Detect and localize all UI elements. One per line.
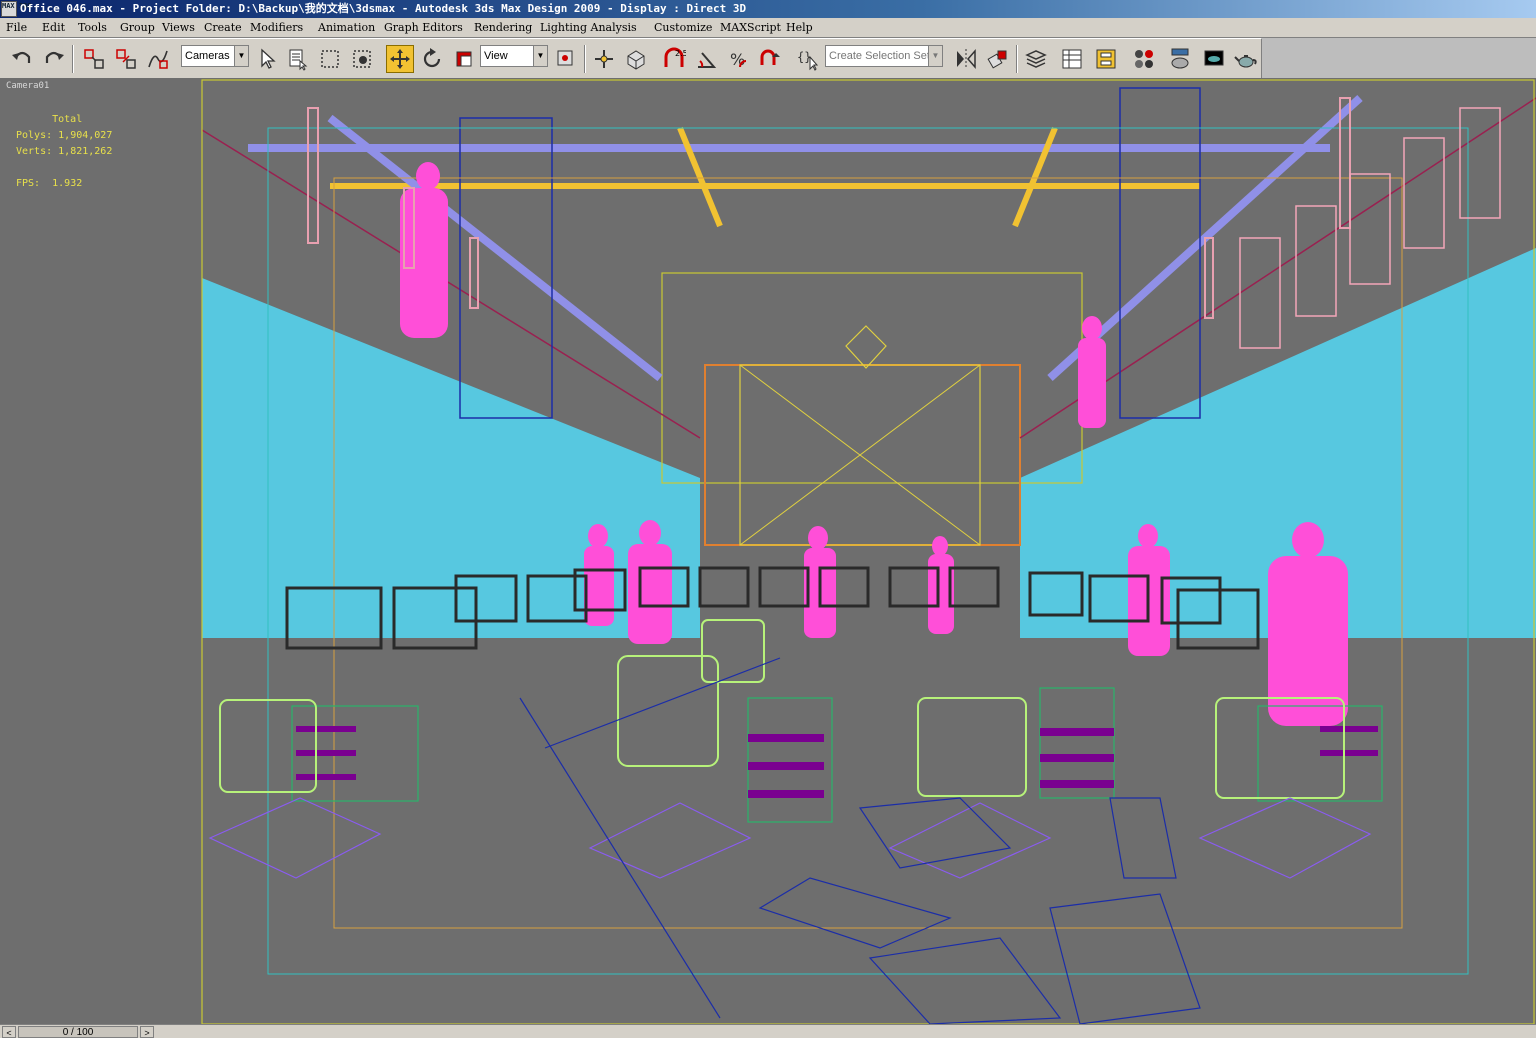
- bind-spacewarp-icon[interactable]: [144, 45, 172, 73]
- stats-total-label: Total: [52, 114, 83, 125]
- select-by-name-icon[interactable]: [284, 45, 312, 73]
- scene-wireframe[interactable]: [0, 78, 1536, 1024]
- viewport-filter-value: Cameras: [185, 50, 230, 62]
- chevron-down-icon: ▼: [234, 46, 248, 66]
- snap-icon[interactable]: 2.5: [660, 45, 688, 73]
- time-slider[interactable]: 0 / 100: [18, 1026, 138, 1038]
- time-prev-button[interactable]: <: [2, 1026, 16, 1038]
- align-icon[interactable]: [984, 45, 1012, 73]
- manipulate-icon[interactable]: [590, 45, 618, 73]
- stats-fps: FPS: 1.932: [16, 176, 112, 192]
- menu-group[interactable]: Group: [118, 18, 157, 38]
- stats-verts: Verts: 1,821,262: [16, 144, 112, 160]
- rendered-frame-icon[interactable]: [1200, 45, 1228, 73]
- stats-spacer: [16, 160, 112, 176]
- main-toolbar: Cameras ▼ View ▼ 2.5 % {} Create Selecti…: [0, 38, 1262, 78]
- polys-value: 1,904,027: [58, 130, 113, 141]
- toolbar-separator: [72, 45, 74, 73]
- material-editor-icon[interactable]: [1130, 45, 1158, 73]
- spinner-snap-icon[interactable]: [756, 45, 784, 73]
- curve-editor-icon[interactable]: [1058, 45, 1086, 73]
- select-scale-icon[interactable]: [450, 45, 478, 73]
- menu-maxscript[interactable]: MAXScript: [718, 18, 783, 38]
- polys-label: Polys:: [16, 130, 53, 141]
- toolbar-separator: [1016, 45, 1018, 73]
- reference-coordinate-system[interactable]: View ▼: [480, 45, 548, 67]
- menu-tools[interactable]: Tools: [76, 18, 109, 38]
- layer-manager-icon[interactable]: [1022, 45, 1050, 73]
- toolbar-separator: [584, 45, 586, 73]
- select-link-icon[interactable]: [80, 45, 108, 73]
- fps-value: 1.932: [52, 178, 83, 189]
- stats-polys: Polys: 1,904,027: [16, 128, 112, 144]
- menu-views[interactable]: Views: [160, 18, 197, 38]
- svg-text:%: %: [730, 50, 745, 69]
- render-teapot-icon[interactable]: [1232, 45, 1260, 73]
- menu-customize[interactable]: Customize: [652, 18, 714, 38]
- viewport-camera-label[interactable]: Camera01: [6, 81, 49, 91]
- svg-text:{}: {}: [797, 50, 811, 64]
- use-pivot-icon[interactable]: [552, 45, 580, 73]
- window-crossing-icon[interactable]: [348, 45, 376, 73]
- fps-label: FPS:: [16, 178, 41, 189]
- viewport-statistics: Total Polys: 1,904,027 Verts: 1,821,262 …: [16, 112, 112, 192]
- selection-set-placeholder: Create Selection Set: [829, 50, 930, 62]
- angle-snap-icon[interactable]: [692, 45, 720, 73]
- snap-value: 2.5: [675, 49, 686, 58]
- menu-animation[interactable]: Animation: [316, 18, 377, 38]
- menu-help[interactable]: Help: [784, 18, 815, 38]
- redo-icon[interactable]: [40, 45, 68, 73]
- render-setup-icon[interactable]: [1166, 45, 1194, 73]
- stats-header: Total: [16, 112, 112, 128]
- select-object-icon[interactable]: [254, 45, 282, 73]
- keyboard-shortcut-icon[interactable]: [622, 45, 650, 73]
- toolbar-empty-area: [1262, 38, 1536, 78]
- menu-bar: File Edit Tools Group Views Create Modif…: [0, 18, 1536, 38]
- percent-snap-icon[interactable]: %: [724, 45, 752, 73]
- title-bar: MAX 3DS Office 046.max - Project Folder:…: [0, 0, 1536, 18]
- edit-named-sets-icon[interactable]: {}: [794, 45, 822, 73]
- menu-edit[interactable]: Edit: [40, 18, 67, 38]
- menu-file[interactable]: File: [4, 18, 29, 38]
- menu-graph-editors[interactable]: Graph Editors: [382, 18, 465, 38]
- rect-selection-icon[interactable]: [316, 45, 344, 73]
- select-move-icon[interactable]: [386, 45, 414, 73]
- mirror-icon[interactable]: [952, 45, 980, 73]
- time-slider-bar: < 0 / 100 >: [0, 1024, 1536, 1038]
- undo-icon[interactable]: [8, 45, 36, 73]
- refcoord-value: View: [484, 50, 508, 62]
- app-icon[interactable]: MAX 3DS: [1, 1, 32, 17]
- window-title: Office 046.max - Project Folder: D:\Back…: [20, 2, 747, 15]
- select-rotate-icon[interactable]: [418, 45, 446, 73]
- menu-create[interactable]: Create: [202, 18, 244, 38]
- menu-rendering[interactable]: Rendering: [472, 18, 534, 38]
- chevron-down-icon: ▼: [533, 46, 547, 66]
- unlink-icon[interactable]: [112, 45, 140, 73]
- schematic-view-icon[interactable]: [1092, 45, 1120, 73]
- chevron-down-icon: ▼: [928, 46, 942, 66]
- named-selection-sets[interactable]: Create Selection Set ▼: [825, 45, 943, 67]
- viewport-selection-filter[interactable]: Cameras ▼: [181, 45, 249, 67]
- time-next-button[interactable]: >: [140, 1026, 154, 1038]
- verts-value: 1,821,262: [58, 146, 113, 157]
- menu-lighting-analysis[interactable]: Lighting Analysis: [538, 18, 639, 38]
- verts-label: Verts:: [16, 146, 53, 157]
- menu-modifiers[interactable]: Modifiers: [248, 18, 305, 38]
